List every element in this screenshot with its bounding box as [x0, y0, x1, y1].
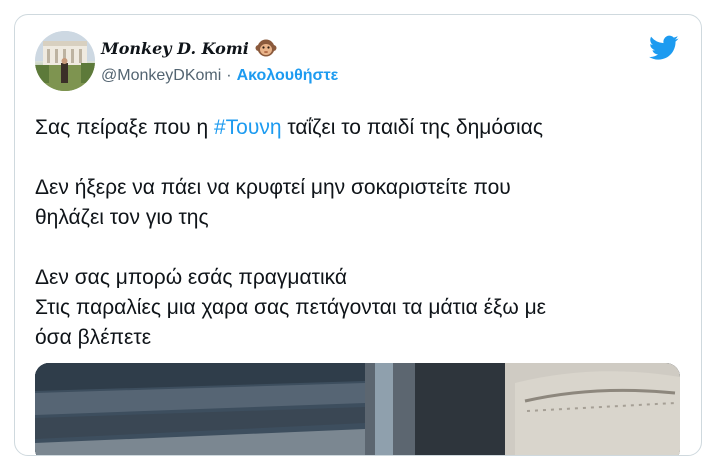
- tweet-card: Monkey D. Komi @MonkeyDKomi · Ακολουθήστ…: [14, 14, 702, 456]
- tweet-paragraph-2: Δεν ήξερε να πάει να κρυφτεί μην σοκαρισ…: [35, 173, 685, 233]
- author-name[interactable]: Monkey D. Komi: [101, 39, 249, 58]
- monkey-face-icon: [255, 37, 277, 59]
- tweet-text-segment: Σας πείραξε που η: [35, 116, 214, 139]
- avatar[interactable]: [35, 31, 95, 91]
- tweet-paragraph-1: Σας πείραξε που η #Τουνη ταΐζει το παιδί…: [35, 113, 685, 143]
- hashtag-link[interactable]: #Τουνη: [214, 116, 282, 139]
- author-name-row[interactable]: Monkey D. Komi: [101, 37, 277, 59]
- author-handle[interactable]: @MonkeyDKomi: [101, 67, 221, 85]
- tweet-text-line: όσα βλέπετε: [35, 326, 152, 349]
- tweet-text-line: Δεν σας μπορώ εσάς πραγματικά: [35, 266, 348, 289]
- tweet-text-line: Δεν ήξερε να πάει να κρυφτεί μην σοκαρισ…: [35, 176, 511, 199]
- tweet-media[interactable]: [35, 363, 680, 455]
- separator-dot: ·: [226, 67, 232, 84]
- media-thumbnail: [35, 363, 680, 455]
- avatar-photo: [35, 31, 95, 91]
- tweet-text-segment: ταΐζει το παιδί της δημόσιας: [281, 116, 543, 139]
- handle-row: @MonkeyDKomi · Ακολουθήστε: [101, 67, 338, 85]
- tweet-text-line: θηλάζει τον γιο της: [35, 206, 209, 229]
- tweet-text-line: Στις παραλίες μια χαρα σας πετάγονται τα…: [35, 296, 547, 319]
- twitter-bird-icon[interactable]: [649, 35, 679, 61]
- follow-button[interactable]: Ακολουθήστε: [237, 67, 339, 85]
- tweet-text: Σας πείραξε που η #Τουνη ταΐζει το παιδί…: [35, 113, 685, 353]
- tweet-paragraph-3: Δεν σας μπορώ εσάς πραγματικά Στις παραλί…: [35, 263, 685, 353]
